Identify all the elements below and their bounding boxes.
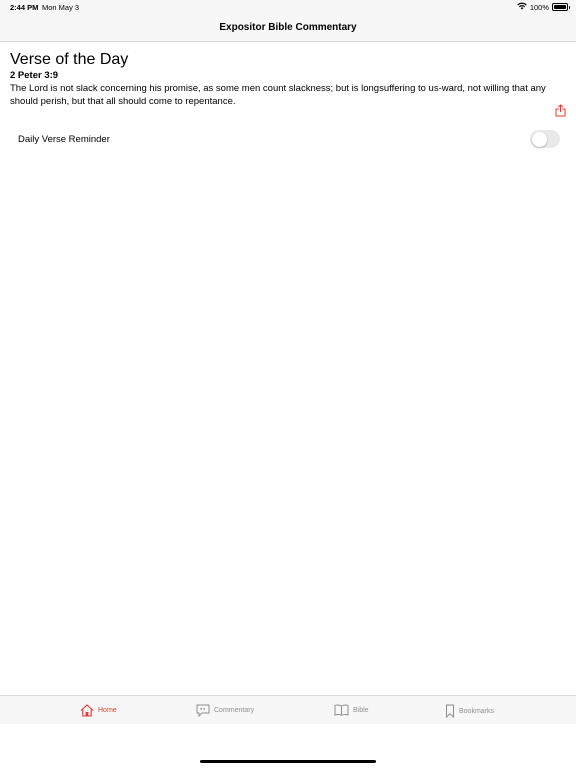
status-date: Mon May 3 [42, 3, 80, 12]
tab-commentary-label: Commentary [214, 707, 255, 714]
daily-verse-reminder-toggle[interactable] [530, 130, 560, 148]
open-book-icon [334, 704, 349, 716]
toggle-knob [531, 131, 547, 147]
tab-home-label: Home [98, 707, 117, 714]
battery-icon [552, 3, 570, 11]
tab-bar: Home Commentary Bible Bookmarks [0, 695, 576, 724]
bookmark-icon [445, 704, 455, 718]
tab-bible-label: Bible [353, 706, 369, 714]
verse-reference: 2 Peter 3:9 [10, 70, 59, 81]
navigation-bar: Expositor Bible Commentary [0, 14, 576, 42]
tab-home[interactable]: Home [80, 704, 117, 717]
battery-percent: 100% [529, 2, 549, 12]
tab-commentary[interactable]: Commentary [196, 704, 254, 717]
daily-verse-reminder-label: Daily Verse Reminder [18, 133, 110, 145]
status-bar: 2:44 PM Mon May 3 100% [0, 0, 576, 14]
tab-bible[interactable]: Bible [334, 704, 369, 716]
share-icon[interactable] [555, 104, 566, 117]
tab-bookmarks[interactable]: Bookmarks [445, 704, 494, 718]
wifi-icon [517, 2, 527, 12]
home-indicator[interactable] [200, 760, 376, 763]
tab-bookmarks-label: Bookmarks [459, 707, 495, 715]
quote-bubble-icon [196, 704, 210, 717]
status-right: 100% [517, 2, 570, 12]
verse-text: The Lord is not slack concerning his pro… [10, 83, 546, 107]
verse-of-the-day-section: Verse of the Day 2 Peter 3:9 The Lord is… [10, 50, 566, 108]
nav-title: Expositor Bible Commentary [219, 22, 357, 33]
verse-of-the-day-heading: Verse of the Day [10, 51, 129, 68]
status-time: 2:44 PM [10, 3, 39, 12]
house-icon [80, 704, 94, 717]
daily-verse-reminder-row: Daily Verse Reminder [18, 128, 560, 150]
